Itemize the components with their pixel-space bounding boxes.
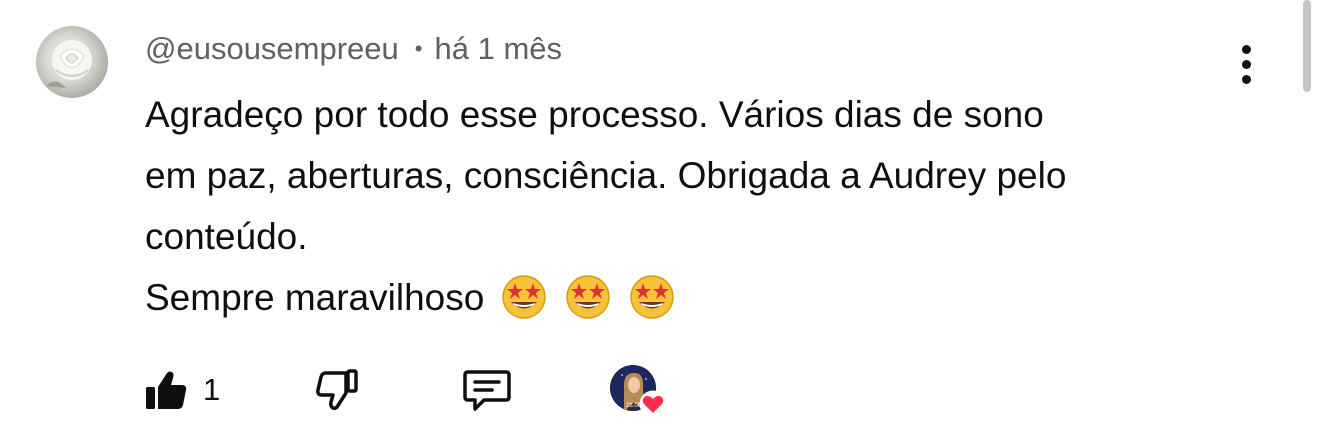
comment-line: em paz, aberturas, consciência. Obrigada… — [145, 155, 1067, 196]
comment-line: Sempre maravilhoso — [145, 277, 485, 318]
star-struck-emoji — [499, 271, 549, 321]
star-struck-emoji — [563, 271, 613, 321]
comment-text: Agradeço por todo esse processo. Vários … — [145, 84, 1265, 328]
creator-heart-badge[interactable]: 28.06 — [608, 362, 668, 418]
comment-time[interactable]: há 1 mês — [435, 31, 563, 67]
comment-header: @eusousempreeu • há 1 mês — [145, 31, 562, 67]
thumbs-up-icon — [146, 371, 187, 409]
more-vert-icon — [1241, 59, 1251, 69]
more-options-button[interactable] — [1228, 40, 1264, 88]
comment-line-last: Sempre maravilhoso — [145, 267, 1265, 328]
comment-line: conteúdo. — [145, 216, 308, 257]
author-name[interactable]: @eusousempreeu — [145, 31, 399, 67]
separator-dot: • — [414, 36, 423, 61]
like-count: 1 — [203, 372, 221, 407]
reply-icon — [463, 370, 511, 411]
comment-line: Agradeço por todo esse processo. Vários … — [145, 94, 1044, 135]
thumbs-down-icon — [316, 369, 358, 411]
author-avatar[interactable] — [36, 26, 108, 98]
dislike-button[interactable] — [314, 367, 360, 413]
white-rose-image — [46, 40, 92, 88]
comment-thread: @eusousempreeu • há 1 mês Agradeço por t… — [0, 0, 1320, 432]
scrollbar-thumb[interactable] — [1303, 0, 1311, 92]
more-vert-icon — [1241, 44, 1251, 54]
more-vert-icon — [1241, 74, 1251, 84]
comment-actions: 1 28.06 — [143, 362, 668, 418]
like-button[interactable]: 1 — [143, 367, 220, 413]
heart-icon — [639, 390, 667, 418]
reply-button[interactable] — [462, 367, 512, 413]
star-struck-emoji — [627, 271, 677, 321]
